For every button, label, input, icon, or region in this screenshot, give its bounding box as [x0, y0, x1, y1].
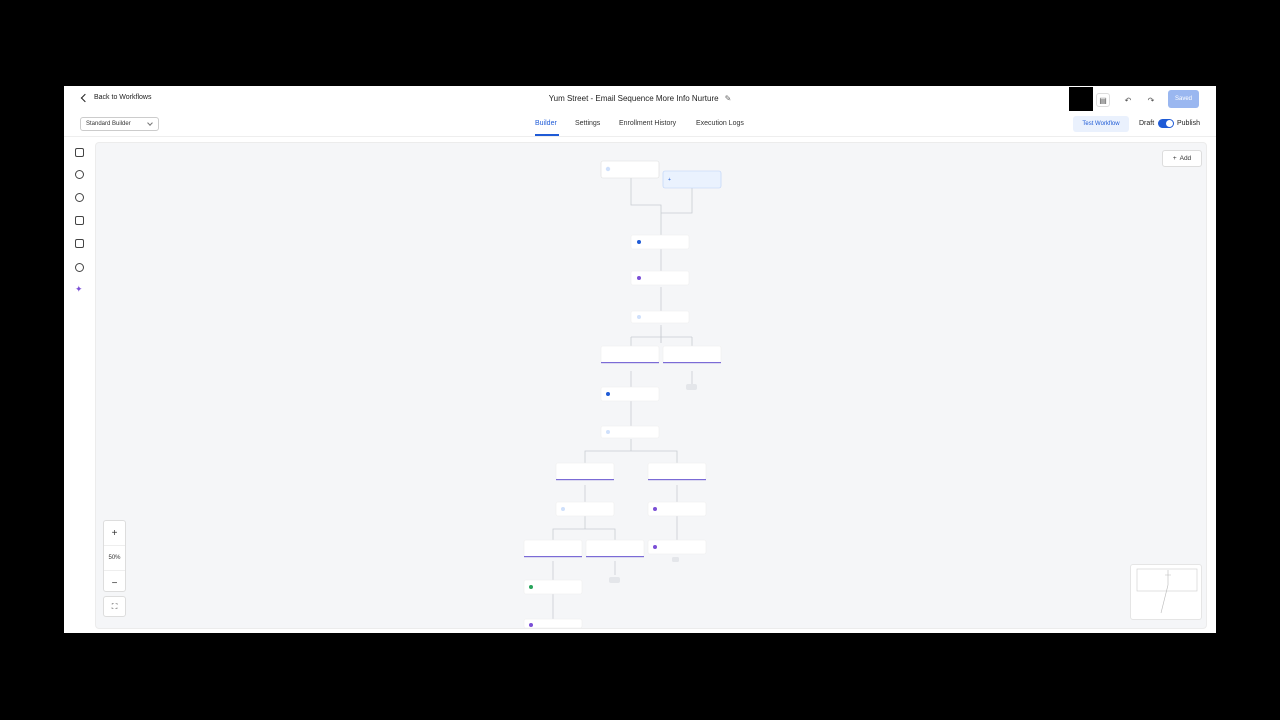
saved-button[interactable]: Saved	[1168, 90, 1199, 108]
branch-underline	[663, 362, 721, 364]
test-workflow-button[interactable]: Test Workflow	[1073, 116, 1129, 132]
branch-node	[523, 539, 583, 558]
branch-underline	[524, 556, 582, 558]
wait-icon	[637, 315, 641, 319]
branch-underline	[556, 479, 614, 481]
draft-label: Draft	[1139, 120, 1155, 127]
save-icon[interactable]: ▤	[1096, 93, 1110, 107]
end-node	[672, 557, 679, 562]
clock-icon[interactable]	[75, 193, 84, 202]
top-bar: Back to Workflows Yum Street - Email Seq…	[64, 86, 1216, 114]
redacted-block	[1069, 87, 1093, 111]
branch-node	[600, 345, 660, 364]
plus-icon: +	[1172, 155, 1177, 162]
branch-node	[555, 462, 615, 481]
builder-type-value: Standard Builder	[86, 121, 131, 127]
pencil-icon[interactable]: ✎	[725, 94, 732, 103]
undo-icon[interactable]: ↶	[1121, 93, 1135, 107]
zoom-controls: + 50% −	[103, 520, 126, 592]
redo-icon[interactable]: ↷	[1144, 93, 1158, 107]
add-label: Add	[1179, 155, 1192, 162]
action-icon	[653, 545, 657, 549]
tab-builder[interactable]: Builder	[535, 120, 557, 127]
left-sidebar: ✦	[64, 136, 94, 633]
wait-icon	[561, 507, 565, 511]
workflow-title-text: Yum Street - Email Sequence More Info Nu…	[548, 94, 719, 103]
action-icon	[529, 623, 533, 627]
zoom-in-button[interactable]: +	[104, 521, 125, 546]
tab-enrollment-history[interactable]: Enrollment History	[619, 120, 676, 127]
workflow-graph: +	[523, 160, 722, 628]
action-icon	[606, 392, 610, 396]
action-icon	[653, 507, 657, 511]
add-trigger-node	[662, 170, 722, 189]
add-button[interactable]: + Add	[1162, 150, 1202, 167]
branch-underline	[601, 362, 659, 364]
workflow-canvas[interactable]: + + Add + 50% − ⛶	[95, 142, 1207, 629]
sparkle-icon[interactable]: ✦	[75, 285, 84, 294]
chevron-down-icon	[147, 120, 153, 126]
branch-node	[585, 539, 645, 558]
minimap-preview	[1136, 568, 1198, 614]
action-node	[523, 618, 583, 628]
active-tab-indicator	[535, 134, 559, 136]
publish-label: Publish	[1177, 120, 1200, 127]
branch-node	[647, 462, 707, 481]
external-link-icon[interactable]	[75, 239, 84, 248]
branch-underline	[586, 556, 644, 558]
branch-node	[662, 345, 722, 364]
document-icon[interactable]	[75, 216, 84, 225]
add-trigger-plus: +	[668, 177, 671, 183]
wait-icon	[606, 430, 610, 434]
tab-settings[interactable]: Settings	[575, 120, 600, 127]
end-node	[609, 577, 620, 583]
branch-underline	[648, 479, 706, 481]
chat-icon[interactable]	[75, 148, 84, 157]
workflow-title: Yum Street - Email Sequence More Info Nu…	[64, 94, 1216, 103]
publish-toggle[interactable]	[1158, 119, 1174, 128]
zoom-out-button[interactable]: −	[104, 571, 125, 595]
action-icon	[637, 276, 641, 280]
tab-execution-logs[interactable]: Execution Logs	[696, 120, 744, 127]
action-icon	[529, 585, 533, 589]
builder-type-select[interactable]: Standard Builder	[80, 117, 159, 131]
zoom-level: 50%	[104, 546, 125, 571]
history-icon[interactable]	[75, 263, 84, 272]
end-node	[686, 384, 697, 390]
tab-row: Standard Builder Builder Settings Enroll…	[64, 114, 1216, 137]
action-icon	[637, 240, 641, 244]
check-circle-icon[interactable]	[75, 170, 84, 179]
fit-screen-icon[interactable]: ⛶	[103, 596, 126, 617]
workflow-builder-window: Back to Workflows Yum Street - Email Seq…	[64, 86, 1216, 633]
minimap[interactable]	[1130, 564, 1202, 620]
trigger-icon	[605, 166, 611, 172]
